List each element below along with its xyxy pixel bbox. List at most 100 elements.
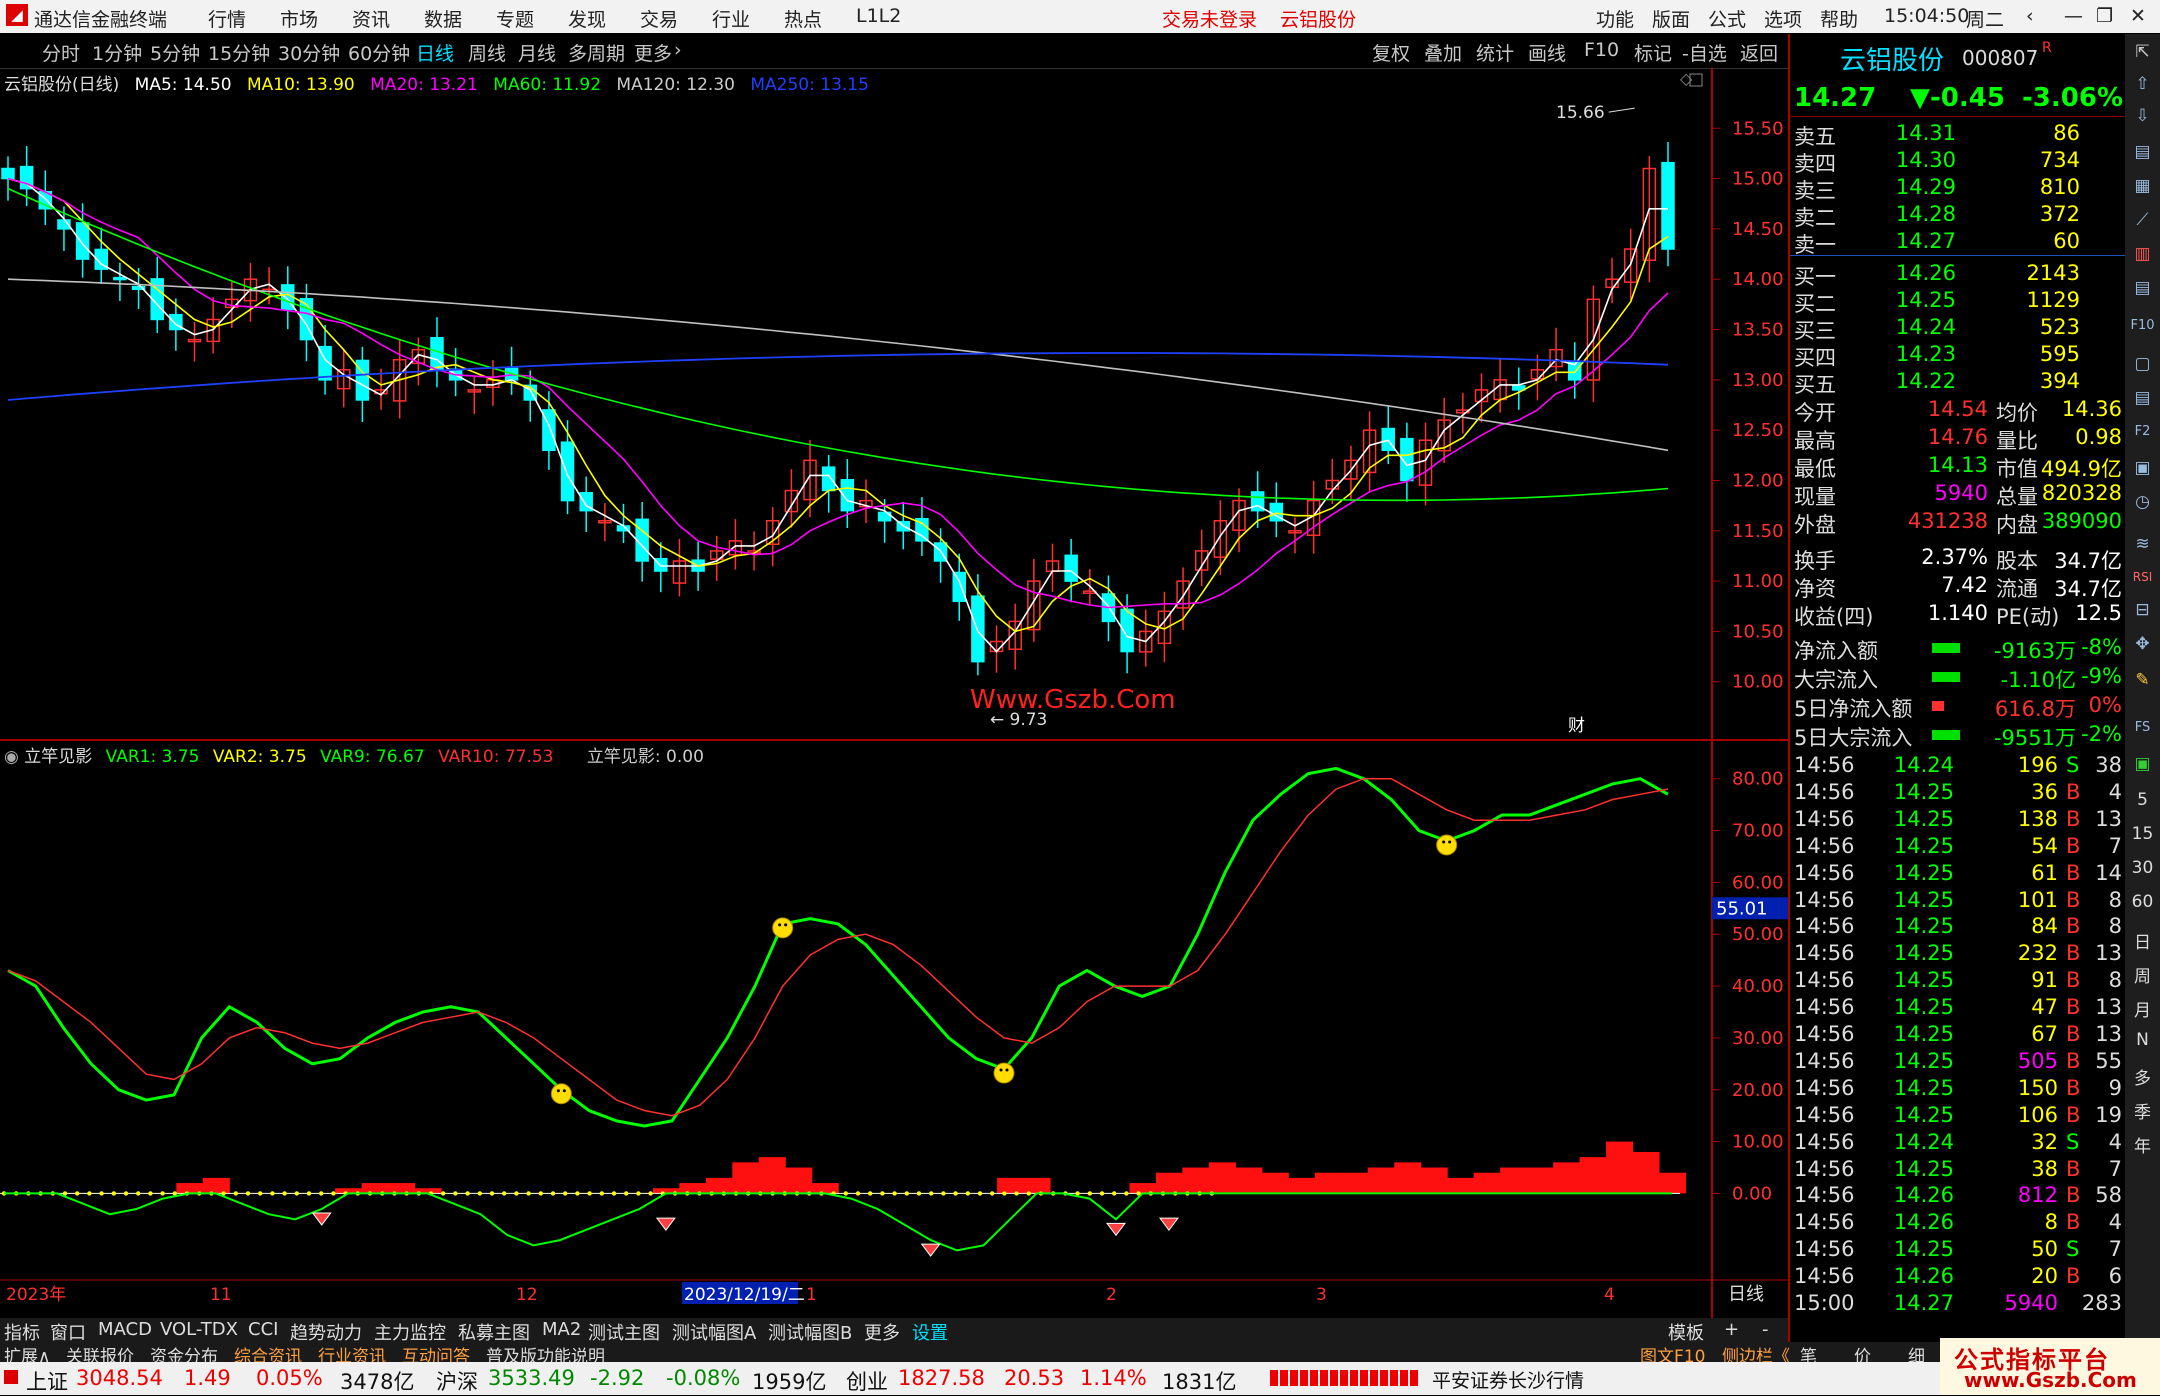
side-img-icon[interactable]: ▣ <box>2125 458 2160 478</box>
cy-label[interactable]: 创业 <box>846 1366 888 1396</box>
menu-discover[interactable]: 发现 <box>568 5 606 32</box>
side-clock-icon[interactable]: ◷ <box>2125 492 2160 512</box>
tab-15min[interactable]: 15分钟 <box>208 39 270 66</box>
tab-more[interactable]: 更多 <box>634 39 672 66</box>
back-icon[interactable]: ‹ <box>2026 5 2034 27</box>
zero-dot <box>148 1191 153 1196</box>
menu-quotes[interactable]: 行情 <box>208 5 246 32</box>
zero-dot <box>599 1191 604 1196</box>
tick-price: 14.25 <box>1893 995 1954 1020</box>
menu-topics[interactable]: 专题 <box>496 5 534 32</box>
side-pen-icon[interactable]: ✎ <box>2125 670 2160 690</box>
ask-row: 卖一 14.27 60 <box>1790 228 2127 257</box>
side-table-icon[interactable]: ▦ <box>2125 176 2160 196</box>
tab-macd[interactable]: MACD <box>98 1319 152 1340</box>
kline-chart[interactable]: 15.50 15.00 14.50 14.00 13.50 13.00 12.50 12.00… <box>0 68 1788 1318</box>
hs-index: 3533.49 <box>488 1366 575 1390</box>
tool-drawing[interactable]: 画线 <box>1528 39 1566 66</box>
side-wave-icon[interactable]: ≋ <box>2125 534 2160 554</box>
ind-tick-label: 0.00 <box>1732 1183 1772 1204</box>
side-line-icon[interactable]: ⟋ <box>2125 210 2160 230</box>
side-rsi-icon[interactable]: RSI <box>2125 570 2160 584</box>
sh-label[interactable]: 上证 <box>26 1366 68 1396</box>
sh-change: 1.49 <box>184 1366 231 1390</box>
tab-ma2[interactable]: MA2 <box>542 1319 581 1340</box>
menu-options[interactable]: 选项 <box>1764 5 1802 32</box>
side-period-60[interactable]: 60 <box>2125 892 2160 912</box>
side-period-day[interactable]: 日 <box>2125 928 2160 953</box>
tool-f10[interactable]: F10 <box>1584 39 1619 61</box>
side-period-season[interactable]: 季 <box>2125 1098 2160 1123</box>
zero-dot <box>636 1191 641 1196</box>
tab-intraday[interactable]: 分时 <box>42 39 80 66</box>
side-tool-icon[interactable]: ⊟ <box>2125 600 2160 620</box>
side-green-icon[interactable]: ▣ <box>2125 754 2160 774</box>
tab-vol-tdx[interactable]: VOL-TDX <box>160 1319 238 1340</box>
side-up-icon[interactable]: ⇧ <box>2125 74 2160 94</box>
menu-formula[interactable]: 公式 <box>1708 5 1746 32</box>
side-period-30[interactable]: 30 <box>2125 858 2160 878</box>
tab-daily[interactable]: 日线 <box>416 39 454 66</box>
side-chart-icon[interactable]: ▤ <box>2125 142 2160 162</box>
watermark-text: Www.Gszb.Com <box>970 685 1176 715</box>
flow-pct: -2% <box>2081 722 2122 746</box>
side-fs-icon[interactable]: FS <box>2125 720 2160 735</box>
side-f10-icon[interactable]: F10 <box>2125 318 2160 333</box>
menu-trade[interactable]: 交易 <box>640 5 678 32</box>
indicator-tab-bar: 指标 窗口 MACD VOL-TDX CCI 趋势动力 主力监控 私募主图 MA… <box>0 1318 1788 1344</box>
side-period-n[interactable]: N <box>2125 1030 2160 1050</box>
tab-5min[interactable]: 5分钟 <box>150 39 200 66</box>
indicator-toggle-icon[interactable]: ◉ <box>4 747 19 767</box>
stat-value: 494.9亿 <box>2040 457 2122 481</box>
tool-back[interactable]: 返回 <box>1740 39 1778 66</box>
menu-help[interactable]: 帮助 <box>1820 5 1858 32</box>
side-f2-icon[interactable]: F2 <box>2125 424 2160 439</box>
tool-mark[interactable]: 标记 <box>1634 39 1672 66</box>
tool-stats[interactable]: 统计 <box>1476 39 1514 66</box>
tab-1min[interactable]: 1分钟 <box>92 39 142 66</box>
close-icon[interactable]: ✕ <box>2130 5 2146 27</box>
side-period-year[interactable]: 年 <box>2125 1132 2160 1157</box>
side-period-week[interactable]: 周 <box>2125 962 2160 987</box>
restore-icon[interactable]: ❐ <box>2096 5 2113 27</box>
side-down-icon[interactable]: ⇩ <box>2125 106 2160 126</box>
quote-panel: 云铝股份 000807 R 14.27 ▼-0.45 -3.06% 卖五 14.3… <box>1788 34 2127 1354</box>
tab-remove[interactable]: - <box>1762 1319 1769 1340</box>
side-doc-icon[interactable]: ▤ <box>2125 388 2160 408</box>
menu-l1l2[interactable]: L1L2 <box>856 5 901 27</box>
tab-add[interactable]: + <box>1724 1319 1739 1340</box>
menu-news[interactable]: 资讯 <box>352 5 390 32</box>
tab-cci[interactable]: CCI <box>248 1319 278 1340</box>
tool-overlay[interactable]: 叠加 <box>1424 39 1462 66</box>
stat-label: 均价 <box>1996 401 2038 425</box>
tab-multi-period[interactable]: 多周期 <box>568 39 625 66</box>
side-period-multi[interactable]: 多 <box>2125 1064 2160 1089</box>
tab-60min[interactable]: 60分钟 <box>348 39 410 66</box>
menu-data[interactable]: 数据 <box>424 5 462 32</box>
menu-industry[interactable]: 行业 <box>712 5 750 32</box>
tab-weekly[interactable]: 周线 <box>468 39 506 66</box>
menu-market[interactable]: 市场 <box>280 5 318 32</box>
minimize-icon[interactable]: — <box>2064 5 2083 27</box>
tool-watchlist[interactable]: -自选 <box>1682 39 1727 66</box>
side-period-15[interactable]: 15 <box>2125 824 2160 844</box>
tick-count: 13 <box>2095 995 2122 1020</box>
hs-label[interactable]: 沪深 <box>436 1366 478 1396</box>
side-kline-icon[interactable]: ▥ <box>2125 244 2160 264</box>
menu-function[interactable]: 功能 <box>1596 5 1634 32</box>
side-page-icon[interactable]: ▢ <box>2125 354 2160 374</box>
side-move-icon[interactable]: ✥ <box>2125 634 2160 654</box>
sh-amount: 3478亿 <box>340 1370 415 1394</box>
tool-rights-adjust[interactable]: 复权 <box>1372 39 1410 66</box>
side-arrow-icon[interactable]: ⇱ <box>2125 42 2160 62</box>
side-period-5[interactable]: 5 <box>2125 790 2160 810</box>
side-period-month[interactable]: 月 <box>2125 996 2160 1021</box>
tick-row: 14:56 14.25 50 S 7 <box>1790 1236 2127 1263</box>
tab-monthly[interactable]: 月线 <box>518 39 556 66</box>
trade-login-status[interactable]: 交易未登录 <box>1162 5 1257 32</box>
legend-signal: 立竿见影: 0.00 <box>586 747 704 767</box>
side-list-icon[interactable]: ▤ <box>2125 278 2160 298</box>
tab-30min[interactable]: 30分钟 <box>278 39 340 66</box>
menu-layout[interactable]: 版面 <box>1652 5 1690 32</box>
menu-hot[interactable]: 热点 <box>784 5 822 32</box>
